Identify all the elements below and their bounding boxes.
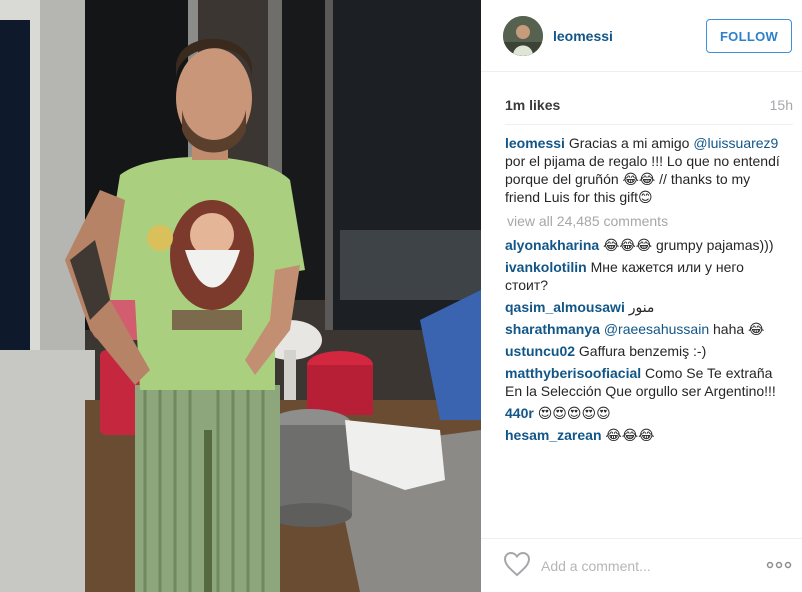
avatar[interactable]: [503, 16, 543, 56]
comment-item: ustuncu02 Gaffura benzemiş :-): [505, 342, 789, 360]
comment-text: 😍😍😍😍😍: [537, 405, 611, 421]
post-header: leomessi FOLLOW: [481, 0, 802, 72]
comment-item: ivankolotilin Мне кажется или у него сто…: [505, 258, 789, 294]
comment-item: 440r 😍😍😍😍😍: [505, 404, 789, 422]
comment-username[interactable]: sharathmanya: [505, 321, 600, 337]
comment-username[interactable]: matthyberisoofiacial: [505, 365, 641, 381]
add-comment-input[interactable]: [541, 555, 741, 577]
comment-item: sharathmanya @raeesahussain haha 😂: [505, 320, 789, 338]
comments-list: leomessi Gracias a mi amigo @luissuarez9…: [505, 134, 789, 448]
comment-username[interactable]: alyonakharina: [505, 237, 599, 253]
comment-item: qasim_almousawi منور: [505, 298, 789, 316]
more-options-icon[interactable]: [766, 555, 792, 575]
stats-divider: [505, 124, 793, 125]
photo-scene: [0, 0, 481, 592]
comment-username[interactable]: qasim_almousawi: [505, 299, 625, 315]
view-all-comments-link[interactable]: view all 24,485 comments: [507, 212, 789, 230]
post-sidebar: leomessi FOLLOW 1m likes 15h leomessi Gr…: [481, 0, 802, 592]
post-footer: [481, 538, 802, 592]
caption-text-after: por el pijama de regalo !!! Lo que no en…: [505, 153, 780, 205]
comment-username[interactable]: ivankolotilin: [505, 259, 587, 275]
comment-item: hesam_zarean 😂😂😂: [505, 426, 789, 444]
avatar-image: [503, 16, 543, 56]
comment-text: منور: [628, 299, 655, 315]
caption-mention[interactable]: @luissuarez9: [693, 135, 778, 151]
caption-text-before: Gracias a mi amigo: [568, 135, 694, 151]
likes-count[interactable]: 1m likes: [505, 97, 560, 113]
follow-button[interactable]: FOLLOW: [706, 19, 792, 53]
caption: leomessi Gracias a mi amigo @luissuarez9…: [505, 134, 789, 206]
heart-outline-icon[interactable]: [503, 551, 531, 577]
header-username[interactable]: leomessi: [553, 28, 613, 44]
comment-text: Gaffura benzemiş :-): [578, 343, 707, 359]
post-photo[interactable]: [0, 0, 481, 592]
comment-username[interactable]: ustuncu02: [505, 343, 575, 359]
post-stats: 1m likes 15h: [505, 97, 793, 117]
comment-mention[interactable]: @raeesahussain: [604, 321, 709, 337]
caption-username[interactable]: leomessi: [505, 135, 565, 151]
comment-text: haha 😂: [709, 321, 765, 337]
comment-username[interactable]: 440r: [505, 405, 534, 421]
comment-username[interactable]: hesam_zarean: [505, 427, 602, 443]
comment-text: 😂😂😂 grumpy pajamas))): [603, 237, 774, 253]
post-time[interactable]: 15h: [770, 97, 793, 113]
comment-item: alyonakharina 😂😂😂 grumpy pajamas))): [505, 236, 789, 254]
comment-item: matthyberisoofiacial Como Se Te extraña …: [505, 364, 789, 400]
comment-text: 😂😂😂: [605, 427, 655, 443]
